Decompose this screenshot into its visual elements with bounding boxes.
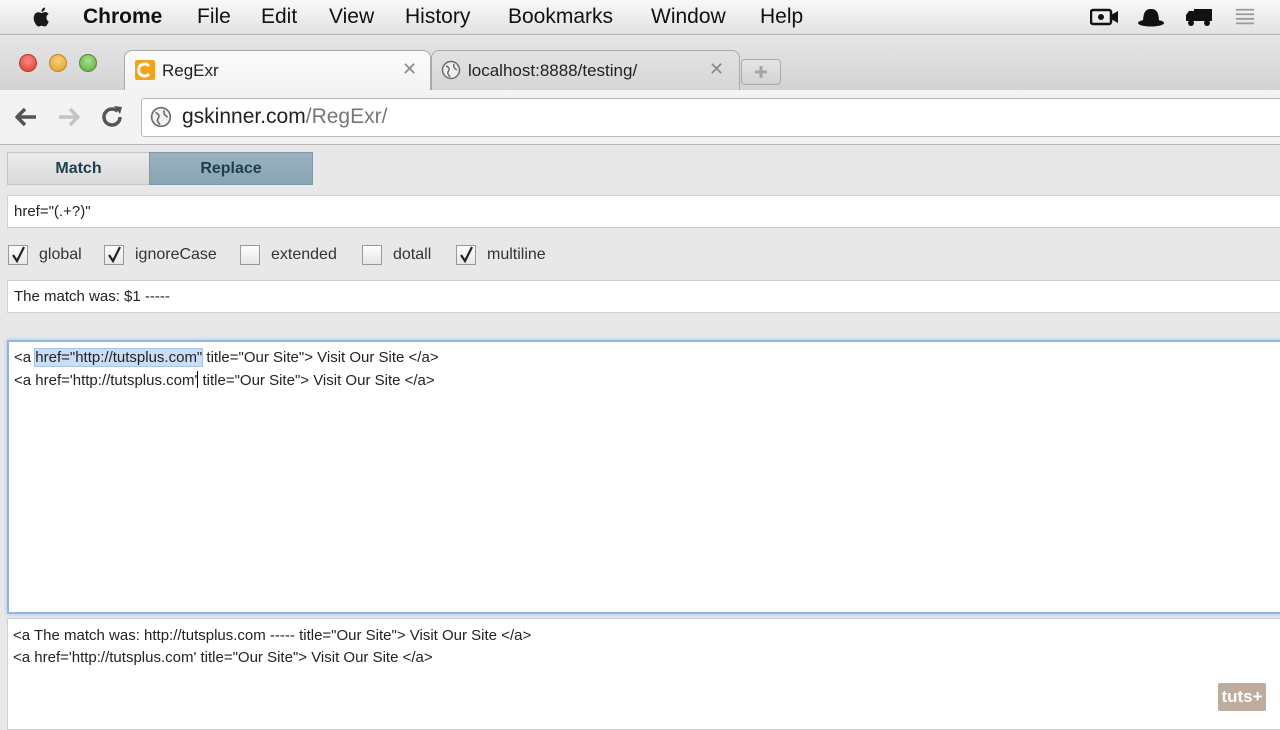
browser-tab-strip: RegExr ✕ localhost:8888/testing/ ✕ [0, 35, 1280, 91]
globe-icon [150, 106, 172, 128]
replacement-text: The match was: $1 ----- [14, 288, 170, 305]
flag-global[interactable]: global [8, 244, 82, 266]
pattern-text: href="(.+?)" [14, 203, 91, 220]
flag-label: extended [271, 246, 337, 263]
replacement-input[interactable]: The match was: $1 ----- [7, 280, 1280, 313]
tab-title: RegExr [162, 61, 219, 80]
tab-localhost[interactable]: localhost:8888/testing/ ✕ [431, 50, 740, 91]
menu-view[interactable]: View [329, 4, 374, 30]
regexr-favicon-icon [135, 60, 155, 80]
flag-label: ignoreCase [135, 246, 217, 263]
flag-multiline[interactable]: multiline [456, 244, 546, 266]
source-text: <a href='http://tutsplus.com' [14, 372, 198, 389]
match-highlight: href="http://tutsplus.com" [34, 348, 204, 367]
url-path: /RegExr/ [305, 105, 388, 128]
menu-history[interactable]: History [405, 4, 470, 30]
truck-icon[interactable] [1185, 7, 1215, 27]
menu-window[interactable]: Window [651, 4, 726, 30]
menu-file[interactable]: File [197, 4, 231, 30]
replace-result-area: <a The match was: http://tutsplus.com --… [7, 618, 1280, 730]
flag-label: multiline [487, 246, 546, 263]
result-line-1: <a The match was: http://tutsplus.com --… [13, 627, 532, 644]
tuts-watermark: tuts+ [1218, 683, 1266, 711]
globe-icon [441, 60, 461, 80]
back-arrow-icon[interactable] [12, 103, 40, 131]
source-text: title="Our Site"> Visit Our Site </a> [202, 349, 439, 366]
checkbox-dotall[interactable] [362, 245, 382, 265]
flag-extended[interactable]: extended [240, 244, 337, 266]
flag-ignorecase[interactable]: ignoreCase [104, 244, 217, 266]
tab-regexr[interactable]: RegExr ✕ [124, 50, 431, 91]
reload-icon[interactable] [98, 103, 126, 131]
checkmark-icon [108, 246, 121, 263]
checkbox-extended[interactable] [240, 245, 260, 265]
flag-label: global [39, 246, 82, 263]
close-window-button[interactable] [19, 54, 37, 72]
checkbox-global[interactable] [8, 245, 28, 265]
close-tab-icon[interactable]: ✕ [709, 59, 724, 80]
apple-icon[interactable] [30, 5, 54, 29]
new-tab-button[interactable] [741, 59, 781, 85]
menu-edit[interactable]: Edit [261, 4, 297, 30]
pattern-input[interactable]: href="(.+?)" [7, 195, 1280, 228]
regexr-app: Match Replace href="(.+?)" global ignore… [0, 145, 1280, 730]
source-line-2: <a href='http://tutsplus.com' title="Our… [14, 371, 435, 389]
address-bar[interactable]: gskinner.com/RegExr/ [141, 98, 1280, 137]
checkmark-icon [460, 246, 473, 263]
tab-replace[interactable]: Replace [149, 152, 313, 185]
source-line-1: <a href="http://tutsplus.com" title="Our… [14, 348, 439, 367]
result-line-2: <a href='http://tutsplus.com' title="Our… [13, 649, 433, 666]
url-host: gskinner.com [182, 105, 306, 128]
close-tab-icon[interactable]: ✕ [402, 59, 417, 80]
zoom-window-button[interactable] [79, 54, 97, 72]
source-text-area[interactable]: <a href="http://tutsplus.com" title="Our… [7, 340, 1280, 614]
checkmark-icon [12, 246, 25, 263]
checkbox-multiline[interactable] [456, 245, 476, 265]
browser-toolbar: gskinner.com/RegExr/ [0, 90, 1280, 145]
hat-icon[interactable] [1137, 7, 1165, 27]
video-camera-icon[interactable] [1090, 7, 1120, 27]
list-icon[interactable] [1234, 7, 1256, 27]
menu-bookmarks[interactable]: Bookmarks [508, 4, 613, 30]
tab-match[interactable]: Match [7, 152, 150, 185]
flag-label: dotall [393, 246, 432, 263]
tab-title: localhost:8888/testing/ [468, 61, 638, 80]
checkbox-ignorecase[interactable] [104, 245, 124, 265]
menu-help[interactable]: Help [760, 4, 803, 30]
mac-menu-bar: Chrome File Edit View History Bookmarks … [0, 0, 1280, 35]
source-text: title="Our Site"> Visit Our Site </a> [198, 372, 435, 389]
source-text: <a [14, 349, 36, 366]
menu-app-name[interactable]: Chrome [83, 4, 162, 30]
plus-icon [755, 66, 767, 78]
forward-arrow-icon[interactable] [55, 103, 83, 131]
flag-dotall[interactable]: dotall [362, 244, 431, 266]
minimize-window-button[interactable] [49, 54, 67, 72]
url-text: gskinner.com/RegExr/ [182, 105, 387, 129]
